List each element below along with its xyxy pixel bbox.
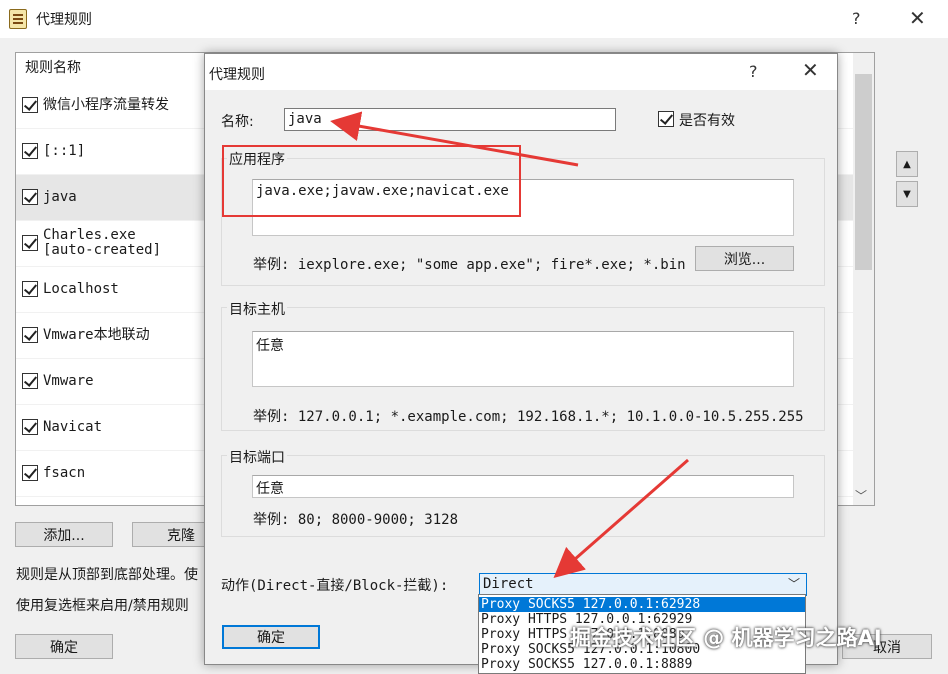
- arrow-to-name-field: [330, 111, 579, 167]
- arrow-to-action-select: [553, 458, 689, 578]
- watermark: 掘金技术社区 @ 机器学习之路AI: [570, 626, 882, 650]
- annotation-arrows: [330, 111, 689, 578]
